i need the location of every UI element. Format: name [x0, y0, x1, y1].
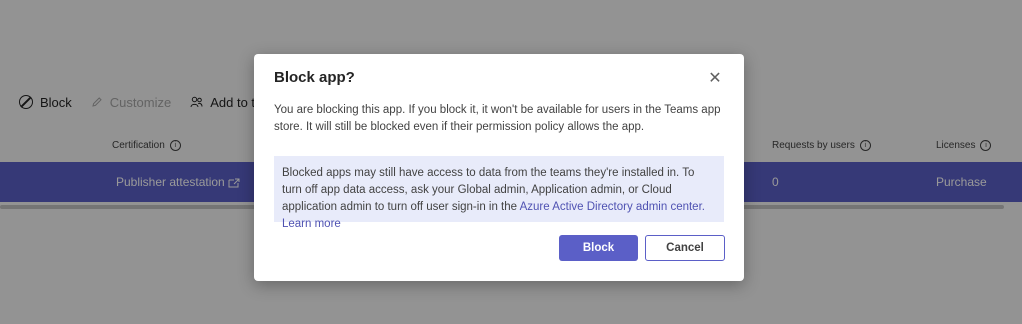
dialog-title: Block app?	[274, 69, 355, 86]
block-app-dialog: Block app? ✕ You are blocking this app. …	[254, 54, 744, 281]
learn-more-link[interactable]: Learn more	[282, 218, 341, 230]
block-button[interactable]: Block	[559, 235, 638, 261]
dialog-info-box: Blocked apps may still have access to da…	[274, 156, 724, 230]
dialog-body-text: You are blocking this app. If you block …	[274, 104, 721, 133]
cancel-button[interactable]: Cancel	[645, 235, 725, 261]
close-icon[interactable]: ✕	[706, 70, 724, 88]
azure-ad-admin-center-link[interactable]: Azure Active Directory admin center.	[520, 201, 705, 213]
